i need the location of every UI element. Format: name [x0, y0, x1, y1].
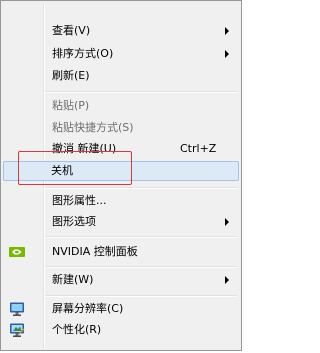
menu-item-screen-resolution[interactable]: 屏幕分辨率(C) — [3, 299, 239, 319]
menu-item-view[interactable]: 查看(V) — [3, 21, 239, 41]
submenu-arrow-icon — [225, 50, 229, 58]
menu-item-paste-label: 粘贴(P) — [52, 99, 90, 112]
personalize-icon — [9, 322, 25, 338]
menu-item-sort-by-label: 排序方式(O) — [52, 47, 114, 60]
menu-item-nvidia-control-panel[interactable]: NVIDIA 控制面板 — [3, 242, 239, 262]
submenu-arrow-icon — [225, 27, 229, 35]
menu-item-paste-shortcut-label: 粘贴快捷方式(S) — [52, 121, 134, 134]
menu-item-graphics-properties-label: 图形属性... — [52, 194, 107, 207]
menu-item-new[interactable]: 新建(W) — [3, 270, 239, 290]
menu-item-sort-by[interactable]: 排序方式(O) — [3, 44, 239, 64]
menu-item-graphics-options[interactable]: 图形选项 — [3, 212, 239, 232]
menu-item-graphics-options-label: 图形选项 — [52, 215, 96, 228]
menu-item-graphics-properties[interactable]: 图形属性... — [3, 191, 239, 211]
menu-item-personalize-label: 个性化(R) — [52, 323, 102, 336]
menu-item-nvidia-label: NVIDIA 控制面板 — [52, 245, 138, 258]
menu-item-paste[interactable]: 粘贴(P) — [3, 96, 239, 116]
menu-item-view-label: 查看(V) — [52, 24, 91, 37]
menu-separator — [45, 295, 237, 297]
menu-item-screen-resolution-label: 屏幕分辨率(C) — [52, 302, 124, 315]
submenu-arrow-icon — [225, 218, 229, 226]
menu-item-new-label: 新建(W) — [52, 273, 94, 286]
menu-item-undo-shortcut: Ctrl+Z — [180, 142, 217, 155]
menu-item-paste-shortcut[interactable]: 粘贴快捷方式(S) — [3, 118, 239, 138]
nvidia-icon — [9, 244, 25, 260]
menu-separator — [45, 187, 237, 189]
submenu-arrow-icon — [225, 276, 229, 284]
annotation-highlight-box — [18, 151, 132, 185]
menu-separator — [45, 91, 237, 93]
menu-separator — [45, 266, 237, 268]
menu-separator — [45, 236, 237, 238]
menu-item-refresh[interactable]: 刷新(E) — [3, 66, 239, 86]
display-icon — [9, 301, 25, 317]
menu-item-personalize[interactable]: 个性化(R) — [3, 320, 239, 340]
menu-item-refresh-label: 刷新(E) — [52, 69, 90, 82]
